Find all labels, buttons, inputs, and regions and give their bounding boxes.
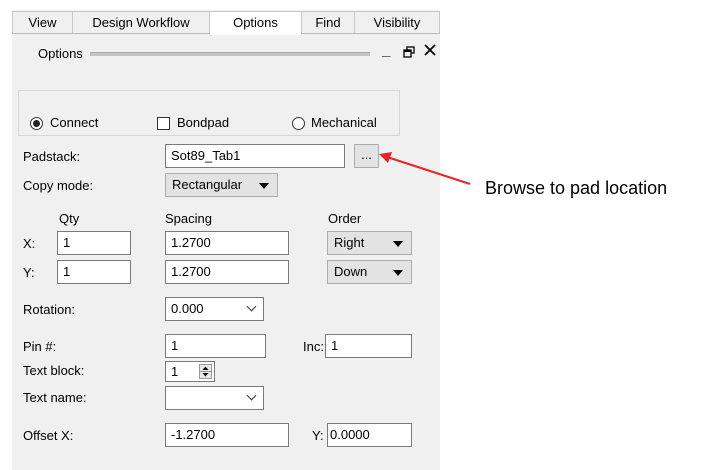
- tab-find-label: Find: [315, 15, 341, 30]
- y-order-dropdown[interactable]: Down: [327, 260, 412, 284]
- text-block-value: 1: [171, 364, 179, 379]
- qty-header: Qty: [59, 211, 80, 226]
- order-header: Order: [328, 211, 362, 226]
- copy-mode-label: Copy mode:: [23, 178, 94, 193]
- restore-icon[interactable]: [403, 46, 415, 58]
- text-name-label: Text name:: [23, 390, 87, 405]
- offset-x-field[interactable]: -1.2700: [165, 423, 289, 447]
- text-block-stepper[interactable]: 1: [165, 361, 215, 382]
- tab-view[interactable]: View: [12, 11, 73, 34]
- dropdown-arrow-icon: [259, 183, 269, 189]
- mechanical-radio[interactable]: [292, 117, 305, 130]
- rotation-combo[interactable]: 0.000: [165, 297, 264, 321]
- inc-field[interactable]: 1: [325, 334, 412, 358]
- x-qty-field[interactable]: 1: [57, 231, 131, 255]
- pin-field[interactable]: 1: [165, 334, 266, 358]
- tab-design-workflow[interactable]: Design Workflow: [72, 11, 210, 34]
- annotation-arrow-icon: [379, 152, 471, 185]
- offset-y-field[interactable]: 0.0000: [327, 423, 412, 447]
- pin-label: Pin #:: [23, 339, 57, 354]
- annotation-text: Browse to pad location: [485, 178, 668, 198]
- y-order-value: Down: [334, 264, 368, 279]
- rotation-label: Rotation:: [23, 302, 76, 317]
- y-spacing-field[interactable]: 1.2700: [165, 260, 289, 284]
- bondpad-checkbox[interactable]: [157, 117, 170, 130]
- tab-design-workflow-label: Design Workflow: [92, 15, 190, 30]
- x-order-dropdown[interactable]: Right: [327, 231, 412, 255]
- tab-options[interactable]: Options: [209, 11, 302, 35]
- tab-find[interactable]: Find: [301, 11, 355, 34]
- mechanical-label: Mechanical: [311, 115, 377, 130]
- offset-x-label: Offset X:: [23, 428, 74, 443]
- chevron-down-icon[interactable]: [246, 390, 257, 401]
- dropdown-arrow-icon: [393, 241, 403, 247]
- tab-options-label: Options: [233, 15, 278, 30]
- x-label: X:: [23, 236, 36, 251]
- tab-visibility[interactable]: Visibility: [354, 11, 440, 34]
- padstack-label: Padstack:: [23, 149, 81, 164]
- text-name-combo[interactable]: [165, 386, 264, 410]
- offset-y-label: Y:: [312, 428, 324, 443]
- tab-view-label: View: [28, 15, 57, 30]
- copy-mode-dropdown[interactable]: Rectangular: [165, 173, 278, 197]
- minimize-icon[interactable]: _: [382, 42, 390, 59]
- inc-label: Inc:: [303, 339, 324, 354]
- connect-label: Connect: [50, 115, 99, 130]
- rotation-value: 0.000: [171, 301, 204, 316]
- spin-buttons[interactable]: [199, 364, 212, 379]
- x-order-value: Right: [334, 235, 365, 250]
- y-label: Y:: [23, 265, 35, 280]
- dropdown-arrow-icon: [393, 270, 403, 276]
- chevron-down-icon[interactable]: [246, 301, 257, 312]
- padstack-field[interactable]: Sot89_Tab1: [165, 144, 345, 168]
- x-spacing-field[interactable]: 1.2700: [165, 231, 289, 255]
- title-grip: [90, 52, 370, 56]
- y-qty-field[interactable]: 1: [57, 260, 131, 284]
- bondpad-label: Bondpad: [177, 115, 230, 130]
- spacing-header: Spacing: [165, 211, 212, 226]
- connect-radio[interactable]: [30, 117, 43, 130]
- panel-title: Options: [38, 46, 83, 61]
- text-block-label: Text block:: [23, 363, 85, 378]
- close-icon[interactable]: [424, 44, 436, 56]
- tab-visibility-label: Visibility: [373, 15, 421, 30]
- copy-mode-value: Rectangular: [172, 177, 243, 192]
